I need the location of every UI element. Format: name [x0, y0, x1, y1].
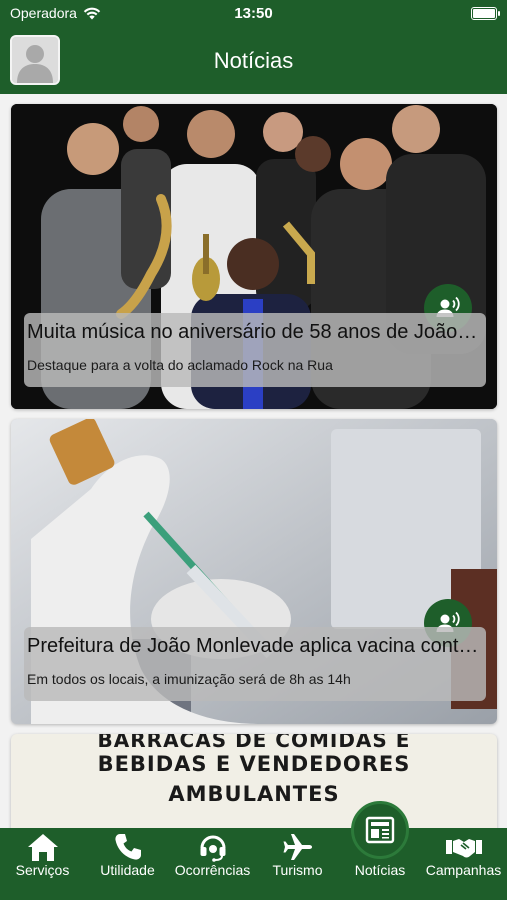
tab-label: Campanhas: [425, 862, 502, 878]
tab-label: Utilidade: [100, 862, 155, 878]
tab-servicos[interactable]: Serviços: [0, 828, 85, 900]
tab-utilidade[interactable]: Utilidade: [85, 828, 170, 900]
banner-line: BEBIDAS E VENDEDORES: [97, 752, 411, 776]
tab-label: Notícias: [354, 862, 406, 878]
news-card[interactable]: Muita música no aniversário de 58 anos d…: [11, 104, 497, 409]
tab-label: Serviços: [15, 862, 70, 878]
tab-campanhas[interactable]: Campanhas: [420, 828, 507, 900]
news-card[interactable]: Prefeitura de João Monlevade aplica vaci…: [11, 419, 497, 724]
news-caption: Muita música no aniversário de 58 anos d…: [24, 313, 486, 387]
tab-turismo[interactable]: Turismo: [255, 828, 340, 900]
phone-icon: [114, 834, 141, 860]
banner-line: BARRACAS DE COMIDAS E: [97, 734, 411, 752]
news-headline[interactable]: Prefeitura de João Monlevade aplica vaci…: [27, 635, 481, 658]
bottom-tab-bar: Serviços Utilidade Ocorrências Turismo N…: [0, 801, 507, 900]
active-tab-indicator[interactable]: [351, 801, 409, 859]
news-card[interactable]: BARRACAS DE COMIDAS E BEBIDAS E VENDEDOR…: [11, 734, 497, 828]
home-icon: [27, 834, 58, 861]
battery-icon: [471, 7, 500, 20]
handshake-icon: [445, 839, 482, 858]
newspaper-icon: [365, 816, 395, 844]
news-subtitle: Em todos os locais, a imunização será de…: [27, 671, 351, 687]
news-feed[interactable]: Muita música no aniversário de 58 anos d…: [0, 94, 507, 828]
status-time: 13:50: [234, 5, 273, 22]
airplane-icon: [283, 834, 312, 860]
news-subtitle: Destaque para a volta do aclamado Rock n…: [27, 357, 333, 373]
status-bar: Operadora 13:50: [0, 0, 507, 28]
tab-ocorrencias[interactable]: Ocorrências: [170, 828, 255, 900]
app-header: Notícias: [0, 28, 507, 94]
tab-label: Turismo: [272, 862, 323, 878]
page-title: Notícias: [213, 48, 294, 73]
banner-line: AMBULANTES: [168, 782, 340, 806]
news-headline[interactable]: Muita música no aniversário de 58 anos d…: [27, 321, 481, 344]
news-caption: Prefeitura de João Monlevade aplica vaci…: [24, 627, 486, 701]
tab-label: Ocorrências: [174, 862, 251, 878]
tab-noticias[interactable]: Notícias: [340, 801, 420, 900]
headset-icon: [200, 835, 225, 862]
